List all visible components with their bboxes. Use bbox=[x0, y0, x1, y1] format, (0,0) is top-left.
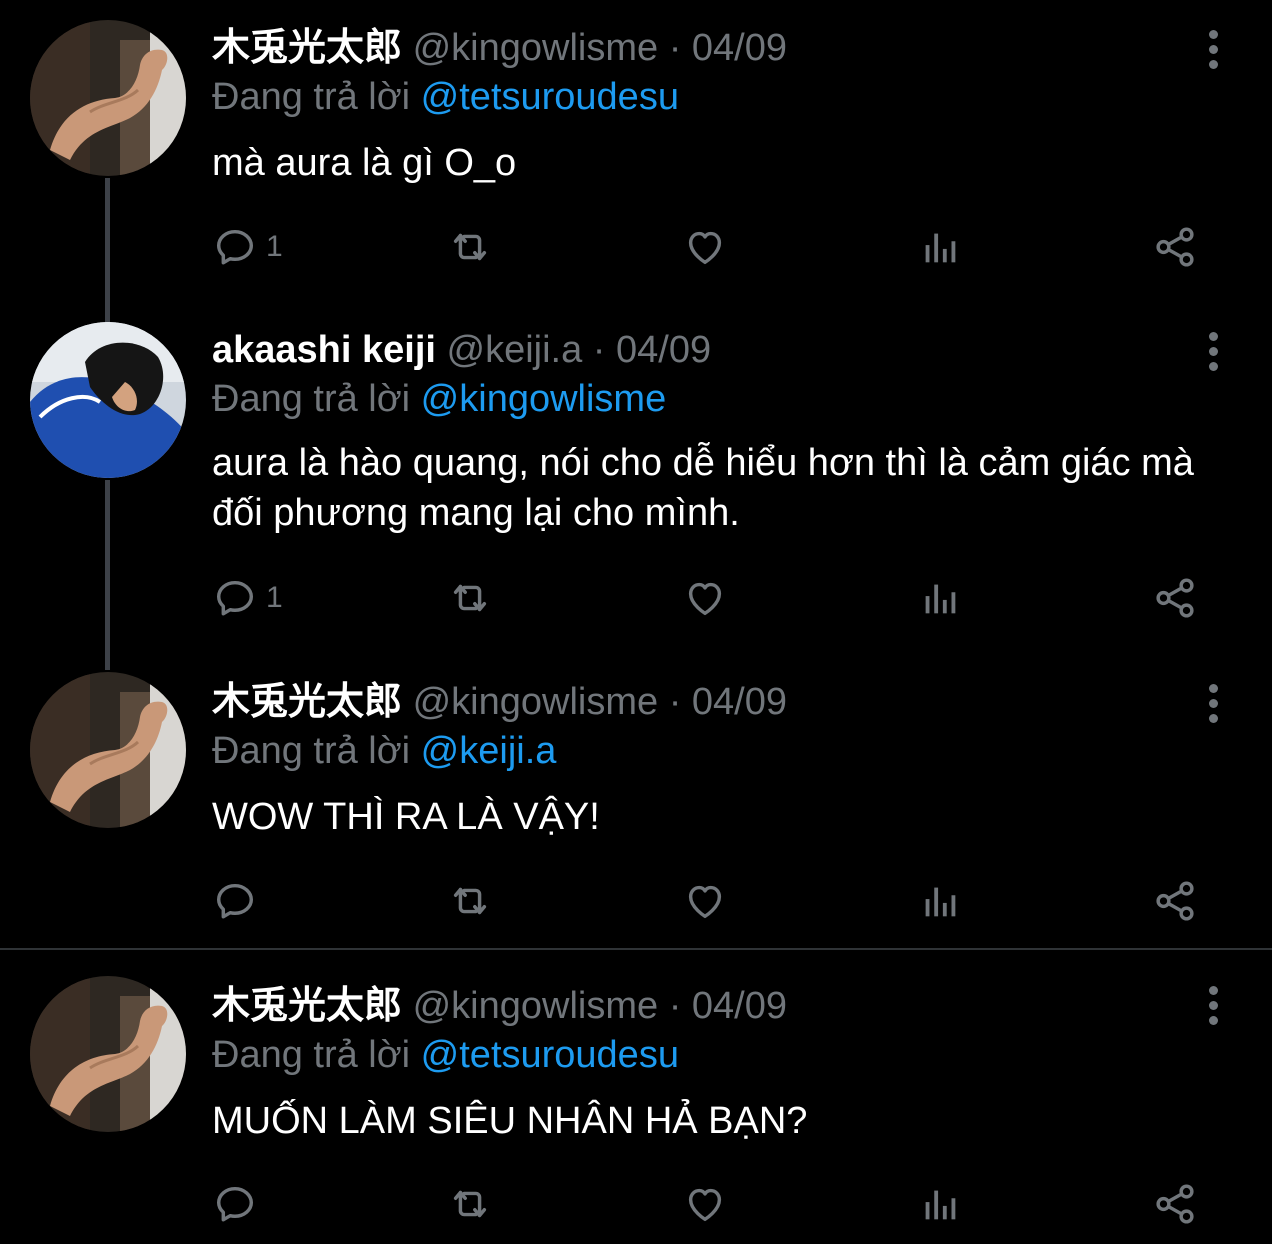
tweet-text: WOW THÌ RA LÀ VẬY! bbox=[212, 796, 600, 838]
avatar-image bbox=[30, 20, 186, 176]
avatar[interactable] bbox=[30, 20, 186, 176]
tweet-divider bbox=[0, 948, 1272, 950]
retweet-button[interactable] bbox=[447, 573, 493, 623]
tweet-4[interactable]: 木兎光太郎 @kingowlisme · 04/09 Đang trả lời … bbox=[0, 952, 1272, 1244]
separator-dot: · bbox=[668, 985, 682, 1027]
views-button[interactable] bbox=[917, 876, 963, 926]
tweet-date[interactable]: 04/09 bbox=[616, 329, 711, 371]
reply-prefix: Đang trả lời bbox=[212, 730, 411, 772]
avatar-image bbox=[30, 322, 186, 478]
like-button[interactable] bbox=[682, 1179, 728, 1229]
like-icon bbox=[682, 1181, 728, 1227]
like-button[interactable] bbox=[682, 222, 728, 272]
views-icon bbox=[917, 1181, 963, 1227]
reply-icon bbox=[212, 224, 258, 270]
display-name[interactable]: 木兎光太郎 bbox=[212, 681, 402, 723]
user-handle[interactable]: @kingowlisme bbox=[413, 27, 659, 69]
reply-count: 1 bbox=[266, 230, 283, 263]
tweet-1[interactable]: 木兎光太郎 @kingowlisme · 04/09 Đang trả lời … bbox=[0, 0, 1272, 328]
user-handle[interactable]: @kingowlisme bbox=[413, 985, 659, 1027]
share-button[interactable] bbox=[1152, 573, 1198, 623]
reply-button[interactable] bbox=[212, 876, 266, 926]
retweet-icon bbox=[447, 224, 493, 270]
tweet-text: MUỐN LÀM SIÊU NHÂN HẢ BẠN? bbox=[212, 1100, 808, 1142]
share-icon bbox=[1152, 224, 1198, 270]
views-button[interactable] bbox=[917, 222, 963, 272]
retweet-button[interactable] bbox=[447, 222, 493, 272]
retweet-icon bbox=[447, 878, 493, 924]
reply-icon bbox=[212, 1181, 258, 1227]
like-icon bbox=[682, 575, 728, 621]
views-button[interactable] bbox=[917, 573, 963, 623]
more-options-icon[interactable] bbox=[1206, 30, 1220, 69]
separator-dot: · bbox=[668, 27, 682, 69]
tweet-2[interactable]: akaashi keiji @keiji.a · 04/09 Đang trả … bbox=[0, 320, 1272, 670]
tweet-text: mà aura là gì O_o bbox=[212, 142, 517, 184]
share-icon bbox=[1152, 878, 1198, 924]
reply-target-link[interactable]: @tetsuroudesu bbox=[421, 1034, 679, 1076]
reply-target-link[interactable]: @keiji.a bbox=[421, 730, 557, 772]
more-options-icon[interactable] bbox=[1206, 986, 1220, 1025]
share-icon bbox=[1152, 1181, 1198, 1227]
more-options-icon[interactable] bbox=[1206, 684, 1220, 723]
retweet-button[interactable] bbox=[447, 1179, 493, 1229]
reply-button[interactable]: 1 bbox=[212, 222, 283, 272]
share-button[interactable] bbox=[1152, 1179, 1198, 1229]
reply-icon bbox=[212, 878, 258, 924]
avatar[interactable] bbox=[30, 976, 186, 1132]
reply-prefix: Đang trả lời bbox=[212, 378, 411, 420]
tweet-date[interactable]: 04/09 bbox=[692, 681, 787, 723]
reply-count: 1 bbox=[266, 581, 283, 614]
views-button[interactable] bbox=[917, 1179, 963, 1229]
retweet-icon bbox=[447, 1181, 493, 1227]
avatar-image bbox=[30, 672, 186, 828]
tweet-3[interactable]: 木兎光太郎 @kingowlisme · 04/09 Đang trả lời … bbox=[0, 670, 1272, 950]
views-icon bbox=[917, 878, 963, 924]
views-icon bbox=[917, 224, 963, 270]
like-button[interactable] bbox=[682, 876, 728, 926]
avatar[interactable] bbox=[30, 672, 186, 828]
separator-dot: · bbox=[592, 329, 606, 371]
avatar-image bbox=[30, 976, 186, 1132]
more-options-icon[interactable] bbox=[1206, 332, 1220, 371]
thread-line bbox=[105, 480, 110, 670]
reply-icon bbox=[212, 575, 258, 621]
separator-dot: · bbox=[668, 681, 682, 723]
retweet-button[interactable] bbox=[447, 876, 493, 926]
reply-prefix: Đang trả lời bbox=[212, 1034, 411, 1076]
tweet-date[interactable]: 04/09 bbox=[692, 27, 787, 69]
display-name[interactable]: 木兎光太郎 bbox=[212, 985, 402, 1027]
user-handle[interactable]: @kingowlisme bbox=[413, 681, 659, 723]
reply-target-link[interactable]: @tetsuroudesu bbox=[421, 76, 679, 118]
like-icon bbox=[682, 878, 728, 924]
reply-button[interactable] bbox=[212, 1179, 266, 1229]
display-name[interactable]: akaashi keiji bbox=[212, 329, 436, 371]
views-icon bbox=[917, 575, 963, 621]
share-button[interactable] bbox=[1152, 876, 1198, 926]
thread-line bbox=[105, 178, 110, 328]
avatar[interactable] bbox=[30, 322, 186, 478]
retweet-icon bbox=[447, 575, 493, 621]
share-icon bbox=[1152, 575, 1198, 621]
display-name[interactable]: 木兎光太郎 bbox=[212, 27, 402, 69]
share-button[interactable] bbox=[1152, 222, 1198, 272]
like-button[interactable] bbox=[682, 573, 728, 623]
tweet-date[interactable]: 04/09 bbox=[692, 985, 787, 1027]
user-handle[interactable]: @keiji.a bbox=[447, 329, 583, 371]
reply-prefix: Đang trả lời bbox=[212, 76, 411, 118]
reply-button[interactable]: 1 bbox=[212, 573, 283, 623]
reply-target-link[interactable]: @kingowlisme bbox=[421, 378, 667, 420]
tweet-text: aura là hào quang, nói cho dễ hiểu hơn t… bbox=[212, 442, 1194, 534]
like-icon bbox=[682, 224, 728, 270]
